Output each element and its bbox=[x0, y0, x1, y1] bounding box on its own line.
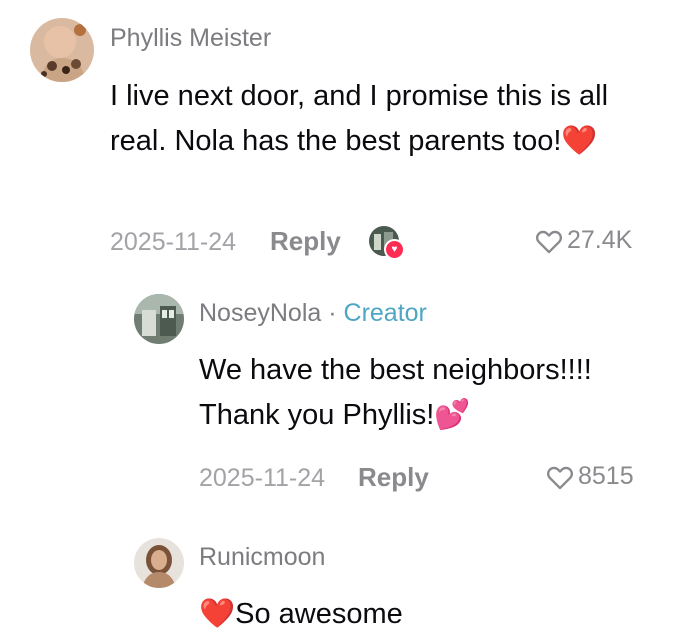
red-heart-emoji: ❤️ bbox=[561, 125, 598, 157]
heart-outline-icon bbox=[547, 466, 573, 489]
avatar-phyllis[interactable] bbox=[30, 18, 94, 82]
reply-date: 2025-11-24 bbox=[199, 464, 326, 492]
reply-body: So awesome bbox=[235, 598, 403, 630]
like-button[interactable]: 27.4K bbox=[535, 226, 632, 255]
comment-body: I live next door, and I promise this is … bbox=[110, 80, 609, 157]
creator-liked-indicator: ♥ bbox=[369, 226, 405, 260]
red-heart-emoji: ❤️ bbox=[199, 598, 236, 630]
comment-username[interactable]: Phyllis Meister bbox=[110, 24, 271, 53]
avatar-noseynola[interactable] bbox=[134, 294, 184, 344]
heart-badge-icon: ♥ bbox=[384, 239, 405, 260]
reply-button[interactable]: Reply bbox=[270, 226, 341, 257]
comment-date: 2025-11-24 bbox=[110, 228, 237, 256]
reply-text: ❤️So awesome bbox=[199, 592, 649, 637]
reply-text: We have the best neighbors!!!! Thank you… bbox=[199, 348, 649, 438]
reply-author[interactable]: NoseyNola bbox=[199, 299, 321, 327]
creator-badge: Creator bbox=[343, 299, 427, 327]
reply-username[interactable]: NoseyNola · Creator bbox=[199, 299, 427, 328]
reply-body: We have the best neighbors!!!! Thank you… bbox=[199, 354, 592, 431]
like-button[interactable]: 8515 bbox=[546, 462, 634, 491]
comment-text: I live next door, and I promise this is … bbox=[110, 74, 640, 164]
reply-username[interactable]: Runicmoon bbox=[199, 543, 325, 572]
reply-button[interactable]: Reply bbox=[358, 462, 429, 493]
two-hearts-emoji: 💕 bbox=[434, 399, 471, 431]
avatar-runicmoon[interactable] bbox=[134, 538, 184, 588]
like-count: 8515 bbox=[578, 462, 634, 490]
heart-outline-icon bbox=[536, 230, 562, 253]
like-count: 27.4K bbox=[567, 226, 633, 254]
separator-dot: · bbox=[328, 299, 337, 327]
